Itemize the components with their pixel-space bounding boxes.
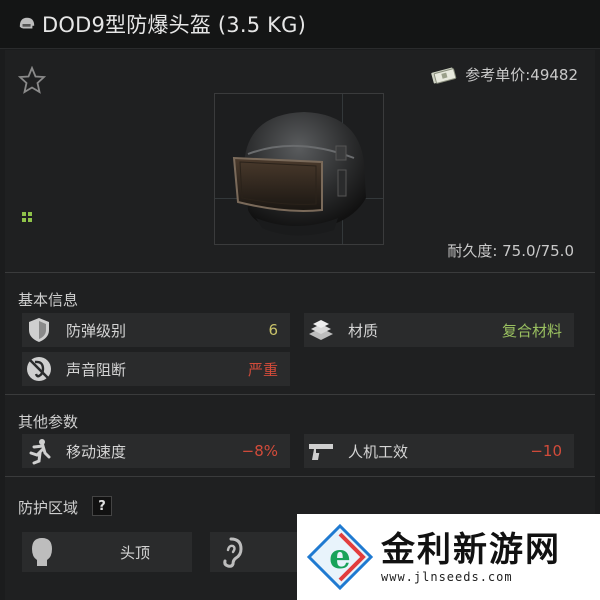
section-title-other-params: 其他参数 xyxy=(18,413,79,431)
zone-ears xyxy=(210,532,297,572)
help-button[interactable]: ? xyxy=(92,496,112,516)
watermark-brand: 金利新游网 xyxy=(381,530,561,570)
helmet-image xyxy=(232,112,366,236)
svg-text:e: e xyxy=(329,537,351,577)
stat-sound-block: 声音阻断 严重 xyxy=(22,352,290,386)
helmet-icon xyxy=(19,17,35,29)
title-bar: DOD9型防爆头盔 (3.5 KG) xyxy=(0,0,600,49)
shield-icon xyxy=(29,318,49,342)
stat-ergonomics: 人机工效 −10 xyxy=(304,434,574,468)
item-title: DOD9型防爆头盔 (3.5 KG) xyxy=(42,13,307,37)
grid-size-icon xyxy=(22,212,32,222)
stat-material: 材质 复合材料 xyxy=(304,313,574,347)
material-icon xyxy=(309,320,333,340)
durability-label: 耐久度: 75.0/75.0 xyxy=(447,242,574,260)
section-title-basic-info: 基本信息 xyxy=(18,291,79,309)
stat-label: 移动速度 xyxy=(66,442,127,461)
running-icon xyxy=(29,439,51,465)
watermark: e 金利新游网 www.jlnseeds.com xyxy=(297,514,600,600)
stat-value: −8% xyxy=(241,442,278,460)
zone-head-top: 头顶 xyxy=(22,532,192,572)
stat-label: 人机工效 xyxy=(348,442,409,461)
money-icon xyxy=(431,67,457,84)
pistol-icon xyxy=(309,444,333,460)
watermark-url: www.jlnseeds.com xyxy=(381,570,513,584)
stat-value: −10 xyxy=(530,442,562,460)
stat-value: 复合材料 xyxy=(501,321,562,340)
price-label: 参考单价:49482 xyxy=(465,66,578,84)
divider xyxy=(5,272,595,273)
stat-label: 防弹级别 xyxy=(66,321,127,340)
head-top-icon xyxy=(32,538,52,566)
stat-label: 材质 xyxy=(348,321,379,340)
divider xyxy=(5,476,595,477)
stat-move-speed: 移动速度 −8% xyxy=(22,434,290,468)
zone-label: 头顶 xyxy=(120,543,151,562)
stat-label: 声音阻断 xyxy=(66,360,127,379)
section-title-protection: 防护区域 xyxy=(18,499,79,517)
brand-logo-icon: e xyxy=(306,523,374,591)
stat-armor-class: 防弹级别 6 xyxy=(22,313,290,347)
stat-value: 6 xyxy=(268,321,278,339)
ear-icon xyxy=(223,537,243,568)
sound-block-icon xyxy=(27,357,51,381)
stat-value: 严重 xyxy=(247,360,278,379)
reference-price: 参考单价:49482 xyxy=(431,64,578,85)
divider xyxy=(5,394,595,395)
star-icon[interactable] xyxy=(18,66,46,94)
